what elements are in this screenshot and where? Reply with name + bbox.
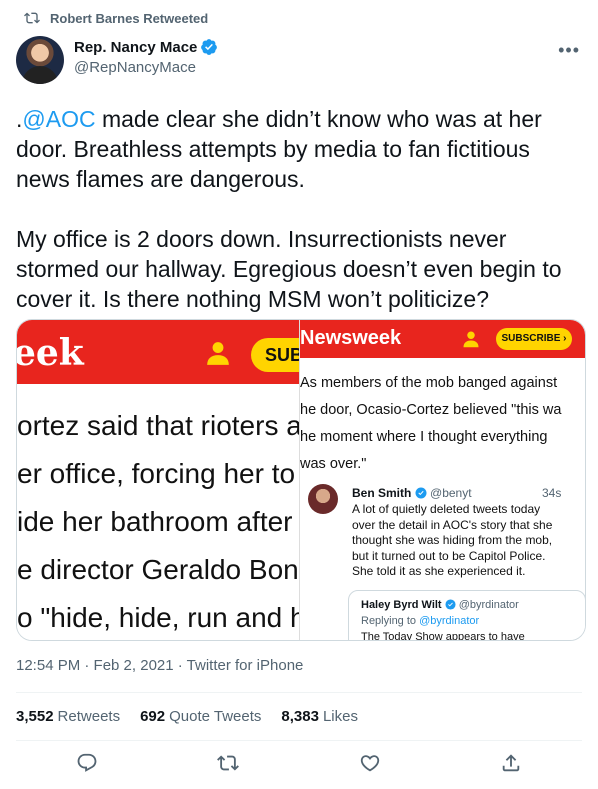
article-line: o "hide, hide, run and hi <box>17 602 299 633</box>
media-left-panel: eek SUB ortez said that rioters a er off… <box>17 320 299 640</box>
nested-name: Haley Byrd Wilt <box>361 599 442 611</box>
embedded-header: Ben Smith @benyt <box>352 486 472 500</box>
likes-label: Likes <box>322 708 358 725</box>
author-block[interactable]: Rep. Nancy Mace @RepNancyMace <box>74 38 218 76</box>
retweet-button[interactable] <box>217 752 240 779</box>
quotes-stat[interactable]: 692 Quote Tweets <box>140 708 261 725</box>
replying-label: Replying to <box>361 615 420 627</box>
nested-replying: Replying to @byrdinator <box>361 615 479 627</box>
more-icon[interactable]: ••• <box>558 40 580 61</box>
nested-tweet: Haley Byrd Wilt @byrdinator Replying to … <box>348 590 585 640</box>
mention-link[interactable]: @AOC <box>22 106 95 132</box>
retweet-icon <box>217 755 240 770</box>
reply-icon <box>77 753 97 772</box>
article-line: e director Geraldo Bonill <box>17 554 299 585</box>
nested-author: Haley Byrd Wilt @byrdinator <box>361 599 519 611</box>
divider <box>16 692 582 693</box>
replying-handle: @byrdinator <box>419 615 480 627</box>
newsweek-logo: Newsweek <box>300 327 402 349</box>
media-right-panel: Newsweek SUBSCRIBE › As members of the m… <box>299 320 585 640</box>
like-button[interactable] <box>359 752 381 779</box>
verified-icon <box>445 599 456 610</box>
person-icon <box>207 342 229 365</box>
retweets-count: 3,552 <box>16 708 54 725</box>
quotes-label: Quote Tweets <box>169 708 262 725</box>
retweet-context[interactable]: Robert Barnes Retweeted <box>24 10 208 26</box>
like-icon <box>360 754 379 771</box>
nested-handle: @byrdinator <box>458 599 519 611</box>
engagement-stats: 3,552 Retweets 692 Quote Tweets 8,383 Likes <box>16 708 358 725</box>
media-image[interactable]: eek SUB ortez said that rioters a er off… <box>16 319 586 641</box>
embedded-name: Ben Smith <box>352 486 412 500</box>
author-name[interactable]: Rep. Nancy Mace <box>74 39 197 56</box>
retweet-context-label: Robert Barnes Retweeted <box>50 10 209 26</box>
retweets-stat[interactable]: 3,552 Retweets <box>16 708 120 725</box>
embedded-handle: @benyt <box>430 486 472 500</box>
retweets-label: Retweets <box>57 708 121 725</box>
embedded-body: A lot of quietly deleted tweets today ov… <box>352 502 553 578</box>
tweet-body: made clear she didn’t know who was at he… <box>16 106 562 312</box>
share-icon <box>503 753 520 771</box>
likes-stat[interactable]: 8,383 Likes <box>281 708 358 725</box>
avatar[interactable] <box>16 36 64 84</box>
subscribe-button: SUB <box>251 338 299 372</box>
tweet-text: .@AOC made clear she didn’t know who was… <box>16 104 586 314</box>
divider <box>16 740 582 741</box>
verified-icon <box>201 39 218 55</box>
verified-icon <box>415 487 427 499</box>
embedded-time: 34s <box>542 486 562 500</box>
likes-count: 8,383 <box>281 708 319 725</box>
embedded-avatar <box>308 484 338 514</box>
article-text: As members of the mob banged against he … <box>300 375 562 472</box>
person-icon <box>463 331 479 348</box>
article-line: ortez said that rioters a <box>17 410 299 441</box>
action-bar <box>0 748 598 782</box>
subscribe-button: SUBSCRIBE › <box>496 328 572 350</box>
share-button[interactable] <box>500 752 522 779</box>
nested-text: The Today Show appears to have <box>361 631 525 640</box>
newsweek-logo: eek <box>17 332 84 374</box>
retweet-icon <box>24 12 40 24</box>
tweet-timestamp[interactable]: 12:54 PM · Feb 2, 2021 · Twitter for iPh… <box>16 657 303 674</box>
reply-button[interactable] <box>76 752 98 779</box>
article-line: er office, forcing her to <box>17 458 296 489</box>
article-line: ide her bathroom after <box>17 506 293 537</box>
quotes-count: 692 <box>140 708 166 725</box>
author-handle[interactable]: @RepNancyMace <box>74 59 218 76</box>
